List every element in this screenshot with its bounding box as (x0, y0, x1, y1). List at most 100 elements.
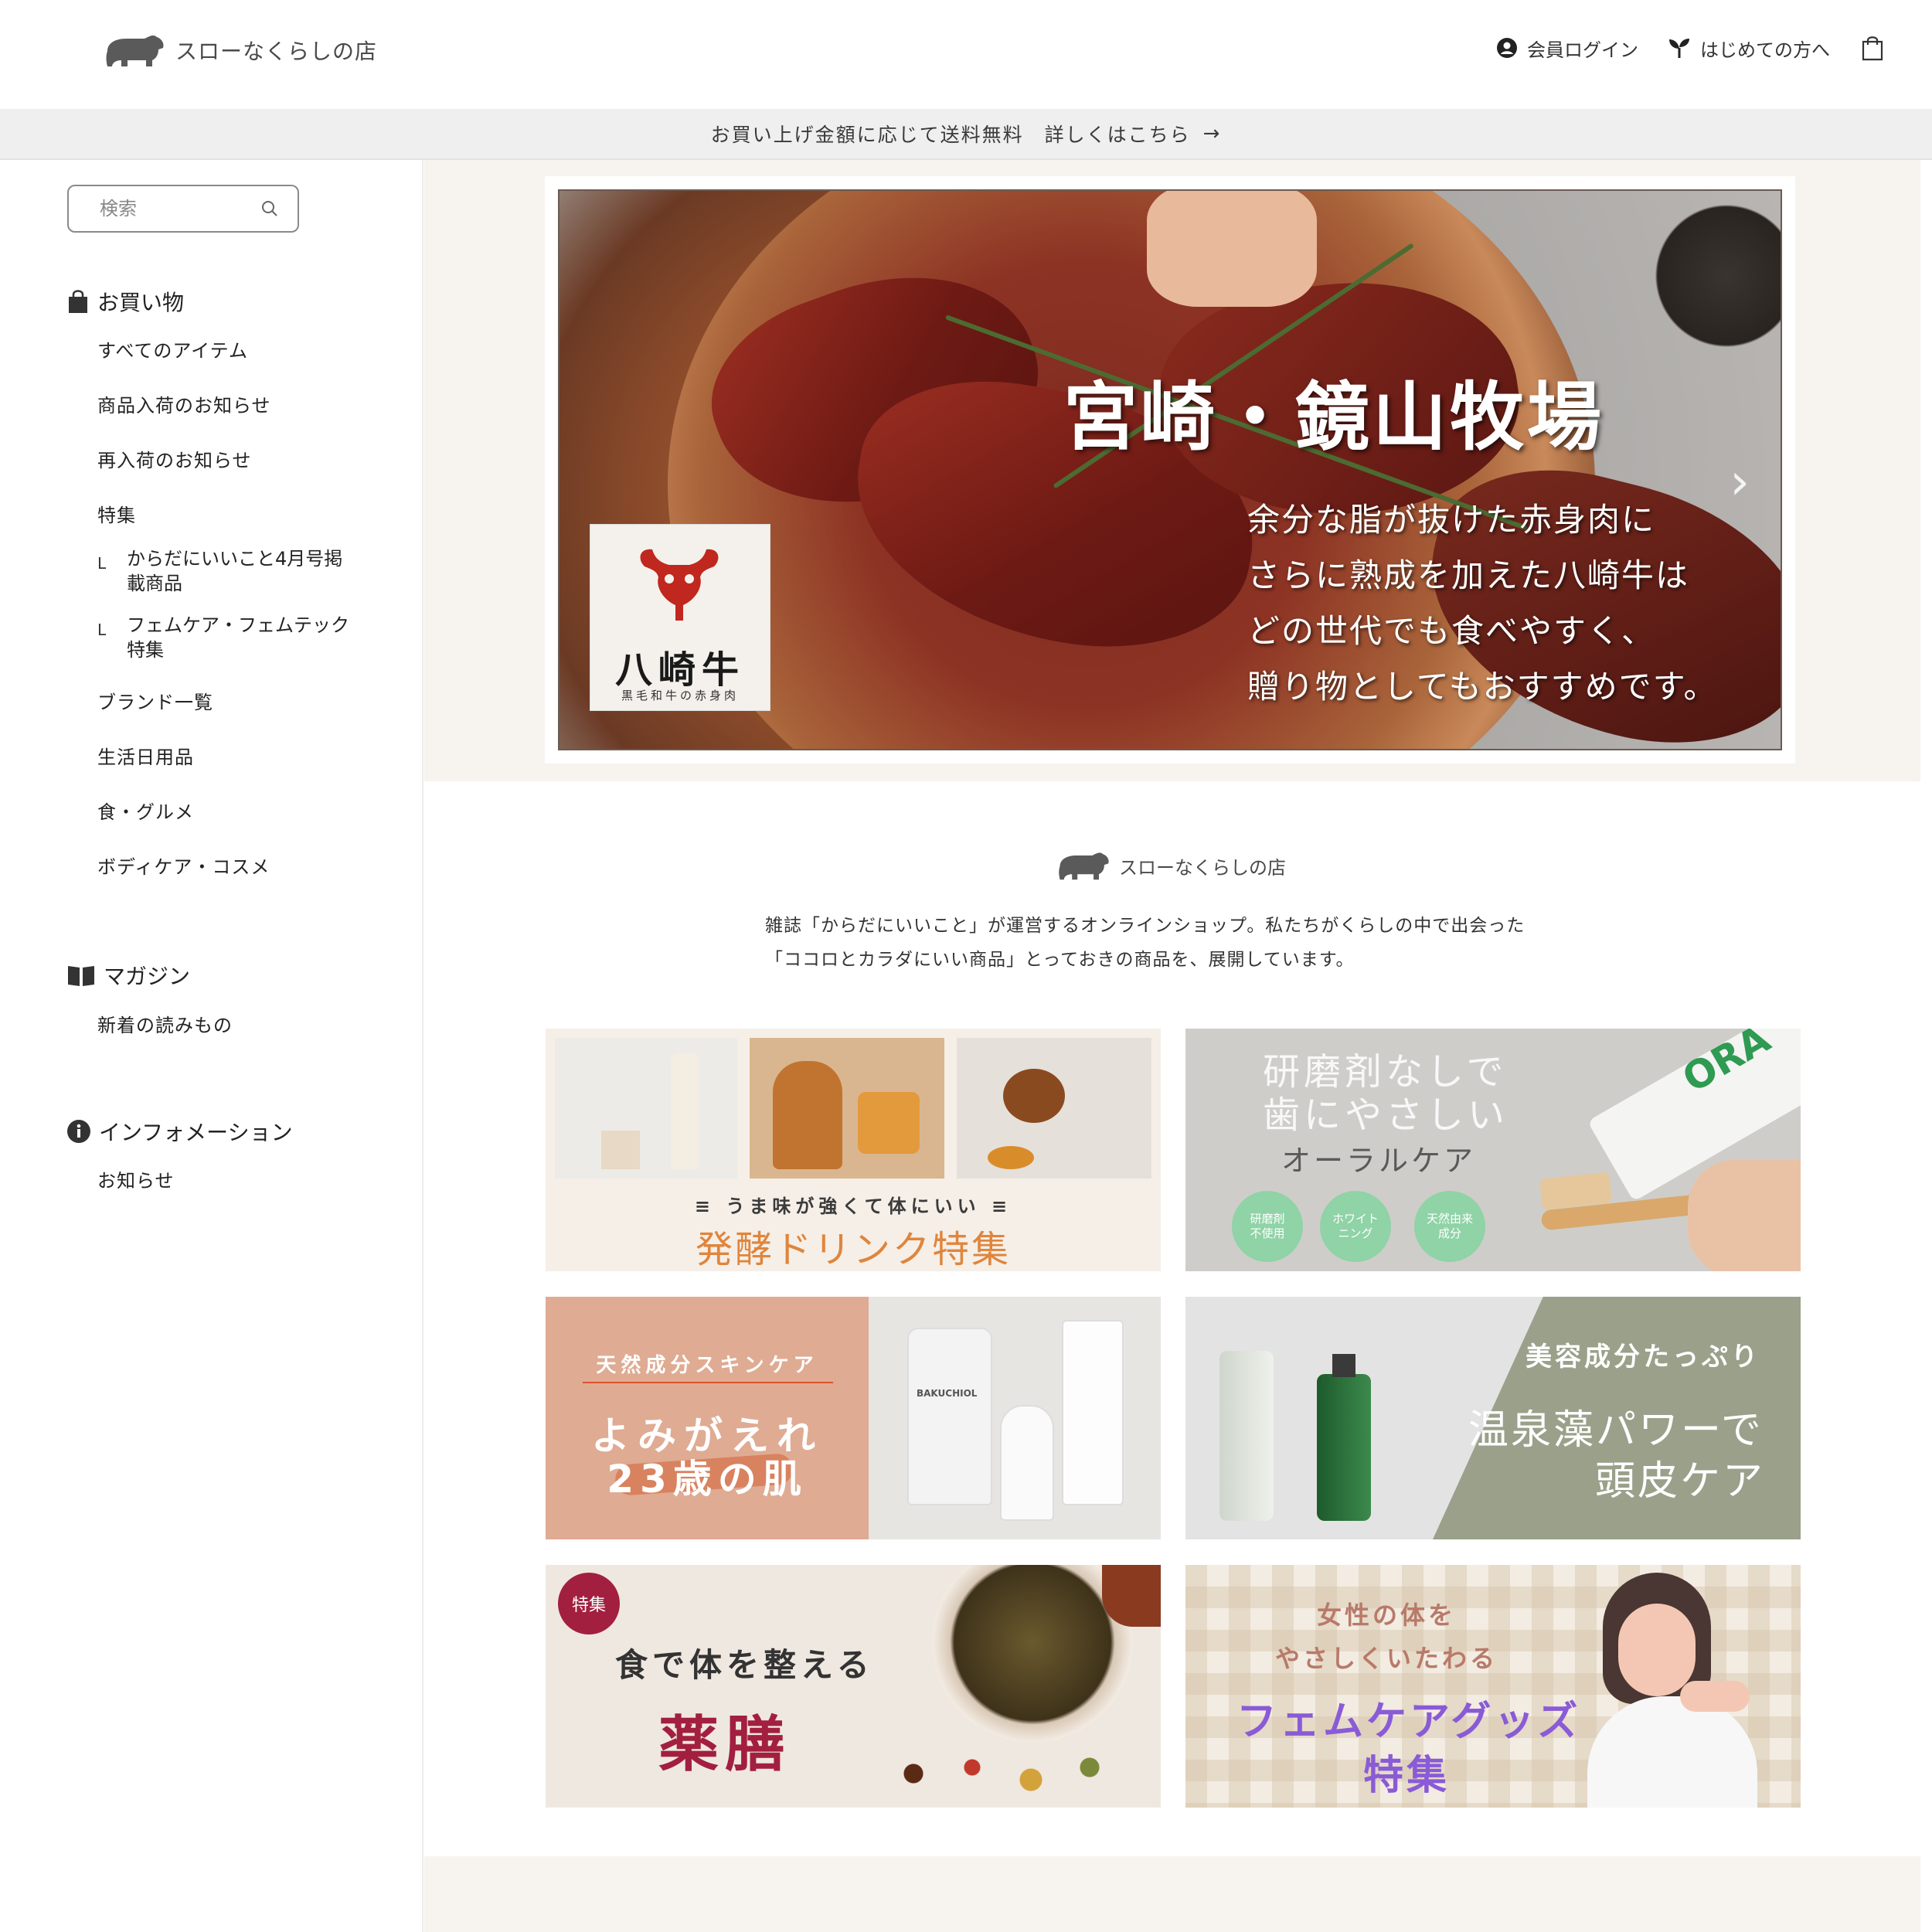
hero-title: 宮崎・鏡山牧場 (1063, 373, 1604, 461)
chicken-image (1147, 191, 1317, 307)
open-book-icon (68, 966, 94, 986)
banner-line: 女性の体を (1317, 1600, 1457, 1630)
hero-slide[interactable]: 宮崎・鏡山牧場 余分な脂が抜けた赤身肉に さらに熟成を加えた八崎牛は どの世代で… (558, 189, 1782, 750)
subitem-line: からだにいいこと4月号掲 (127, 548, 343, 570)
banner-line: 温泉藻パワーで (1468, 1407, 1764, 1454)
banner-oral-care[interactable]: 研磨剤なしで 歯にやさしい オーラルケア 研磨剤 不使用 ホワイト ニング 天然… (1185, 1029, 1801, 1271)
hero-line: 贈り物としてもおすすめです。 (1247, 668, 1718, 706)
hero-slideshow[interactable]: 宮崎・鏡山牧場 余分な脂が抜けた赤身肉に さらに熟成を加えた八崎牛は どの世代で… (545, 176, 1795, 764)
hero-line: さらに熟成を加えた八崎牛は (1247, 556, 1690, 594)
user-account-icon (1497, 38, 1517, 58)
intro-logo: スローなくらしの店 (1057, 850, 1286, 881)
brand-logo-card: 八崎牛 黒毛和牛の赤身肉 (590, 525, 770, 710)
sidebar-item-bodycare[interactable]: ボディケア・コスメ (97, 852, 270, 879)
first-time-guide-label: はじめての方へ (1700, 39, 1830, 61)
sidebar-subitem-femcare[interactable]: L フェムケア・フェムテック 特集 (97, 613, 349, 662)
sidebar-item-news[interactable]: お知らせ (97, 1165, 175, 1192)
shopping-section-title: お買い物 (66, 286, 184, 317)
corner-indent-icon: L (97, 554, 107, 573)
speech-lines-icon: ≡ (694, 1196, 726, 1217)
intro-description: 雑誌「からだにいいこと」が運営するオンラインショップ。私たちがくらしの中で出会っ… (765, 909, 1577, 977)
sidebar-item-new-arrivals[interactable]: 商品入荷のお知らせ (97, 390, 271, 417)
hero-line: 余分な脂が抜けた赤身肉に (1247, 501, 1656, 539)
footer-band (424, 1856, 1920, 1932)
site-header: スローなくらしの店 会員ログイン はじめての方へ (0, 0, 1932, 109)
hand-image (1688, 1160, 1801, 1271)
info-icon (67, 1120, 90, 1143)
sidebar-item-all-items[interactable]: すべてのアイテム (97, 335, 248, 362)
hero-description: 余分な脂が抜けた赤身肉に さらに熟成を加えた八崎牛は どの世代でも食べやすく、 … (1247, 492, 1717, 715)
sprout-icon (1669, 39, 1689, 58)
sidebar-item-new-articles[interactable]: 新着の読みもの (97, 1010, 233, 1037)
chevron-right-icon[interactable]: › (1730, 454, 1750, 511)
banner-line: 美容成分たっぷり (1526, 1342, 1760, 1372)
sidebar-item-daily-goods[interactable]: 生活日用品 (97, 742, 194, 769)
intro-logo-text: スローなくらしの店 (1119, 856, 1286, 879)
product-label: BAKUCHIOL (917, 1388, 978, 1399)
subitem-line: 特集 (127, 639, 164, 661)
drink-photo (555, 1038, 737, 1179)
banner-title: 特集 (1363, 1753, 1451, 1799)
feature-badge: 特集 (558, 1573, 620, 1634)
feature-badge: ホワイト ニング (1320, 1191, 1391, 1262)
first-time-guide-link[interactable]: はじめての方へ (1668, 35, 1830, 62)
sidebar-subitem-april-issue[interactable]: L からだにいいこと4月号掲 載商品 (97, 546, 342, 596)
tea-photo (957, 1038, 1151, 1179)
magazine-section-title: マガジン (66, 960, 190, 991)
sidebar-item-restock[interactable]: 再入荷のお知らせ (97, 445, 252, 472)
sidebar-item-brands[interactable]: ブランド一覧 (97, 687, 213, 714)
shopping-bag-filled-icon (69, 290, 87, 313)
banner-title: フェムケアグッズ (1236, 1699, 1581, 1745)
banner-femcare[interactable]: 女性の体を やさしくいたわる フェムケアグッズ 特集 (1185, 1565, 1801, 1808)
bowl-handle-image (1102, 1565, 1161, 1627)
banner-line: オーラルケア (1281, 1144, 1477, 1178)
search-box[interactable] (67, 185, 299, 233)
brand-name: 八崎牛 (614, 648, 745, 692)
banner-fermented-drinks[interactable]: ≡ うま味が強くて体にいい ≡ 発酵ドリンク特集 (546, 1029, 1161, 1271)
banner-tagline: ≡ うま味が強くて体にいい ≡ (694, 1196, 1012, 1217)
feature-badge: 天然由来 成分 (1414, 1191, 1485, 1262)
banner-skincare[interactable]: BAKUCHIOL 天然成分スキンケア よみがえれ 23歳の肌 (546, 1297, 1161, 1539)
woman-face-image (1618, 1604, 1696, 1696)
sidebar-item-food[interactable]: 食・グルメ (97, 797, 194, 824)
speech-lines-icon: ≡ (980, 1196, 1012, 1217)
brand-subtitle: 黒毛和牛の赤身肉 (621, 689, 739, 702)
banner-scalp-care[interactable]: 美容成分たっぷり 温泉藻パワーで 頭皮ケア (1185, 1297, 1801, 1539)
bottle-image (1317, 1374, 1371, 1521)
subitem-line: フェムケア・フェムテック (127, 614, 349, 636)
bear-logo-icon (1059, 852, 1109, 880)
banner-title: 発酵ドリンク特集 (695, 1228, 1011, 1271)
member-login-label: 会員ログイン (1527, 39, 1638, 61)
search-icon[interactable] (260, 199, 279, 218)
sidebar: お買い物 すべてのアイテム 商品入荷のお知らせ 再入荷のお知らせ 特集 L から… (0, 160, 423, 1932)
bear-logo-icon (106, 35, 164, 66)
bottle-cap-image (1332, 1354, 1355, 1377)
corner-indent-icon: L (97, 621, 107, 639)
intro-line: 「ココロとカラダにいい商品」とっておきの商品を、展開しています。 (765, 950, 1355, 970)
banner-line: 頭皮ケア (1595, 1458, 1766, 1505)
banner-line: 天然成分スキンケア (596, 1354, 818, 1377)
banner-line: 歯にやさしい (1263, 1094, 1509, 1137)
site-logo[interactable]: スローなくらしの店 (104, 32, 377, 68)
search-input[interactable] (100, 198, 260, 219)
banner-title: 薬膳 (658, 1710, 792, 1780)
header-nav: 会員ログイン はじめての方へ (1467, 34, 1886, 62)
member-login-link[interactable]: 会員ログイン (1496, 35, 1638, 62)
skincare-products-image: BAKUCHIOL (869, 1297, 1161, 1539)
cow-brand-icon (640, 549, 719, 621)
site-logo-text: スローなくらしの店 (175, 39, 378, 64)
subitem-line: 載商品 (127, 573, 182, 594)
announcement-bar[interactable]: お買い上げ金額に応じて送料無料 詳しくはこちら → (0, 109, 1932, 160)
bottle-image (1219, 1351, 1274, 1521)
hero-line: どの世代でも食べやすく、 (1247, 612, 1656, 650)
intro-line: 雑誌「からだにいいこと」が運営するオンラインショップ。私たちがくらしの中で出会っ… (765, 916, 1526, 936)
sidebar-item-features[interactable]: 特集 (97, 500, 136, 527)
banner-line: やさしくいたわる (1275, 1644, 1498, 1673)
shopping-bag-icon[interactable] (1859, 34, 1886, 62)
banner-yakuzen[interactable]: 特集 食で体を整える 薬膳 (546, 1565, 1161, 1808)
divider (583, 1382, 833, 1383)
banner-line: 食で体を整える (615, 1646, 874, 1684)
drink-photo (750, 1038, 944, 1179)
feature-badge: 研磨剤 不使用 (1232, 1191, 1303, 1262)
herbs-spices-image (855, 1743, 1148, 1804)
